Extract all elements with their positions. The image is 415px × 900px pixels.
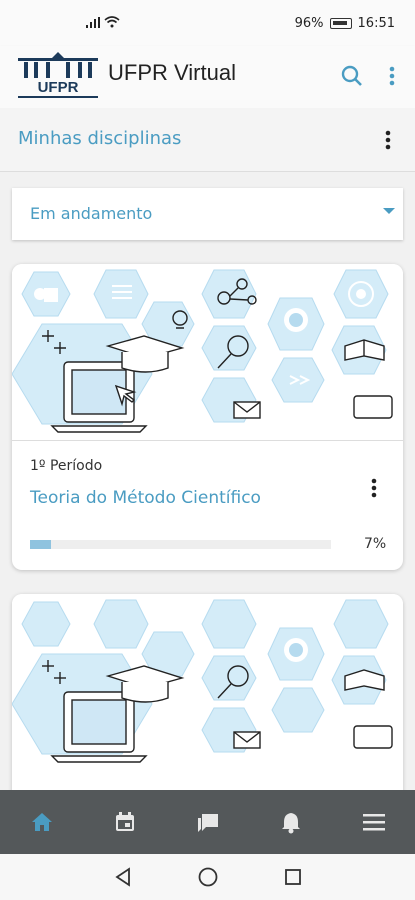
nav-calendar[interactable] xyxy=(100,797,150,847)
nav-notifications[interactable] xyxy=(266,797,316,847)
course-banner-image xyxy=(12,594,403,770)
course-period: 1º Período xyxy=(30,458,103,474)
more-vert-icon xyxy=(389,66,395,86)
bottom-navigation xyxy=(0,790,415,854)
course-progress-label: 7% xyxy=(364,536,387,552)
more-vert-icon xyxy=(371,478,377,498)
svg-text:UFPR: UFPR xyxy=(38,79,79,96)
menu-icon xyxy=(362,814,385,831)
page-title: Minhas disciplinas xyxy=(18,128,182,149)
signal-icon xyxy=(86,16,100,28)
dropdown-arrow-icon xyxy=(383,208,395,214)
course-banner-image xyxy=(12,264,403,440)
back-icon[interactable] xyxy=(113,867,133,887)
nav-menu[interactable] xyxy=(349,797,399,847)
search-icon xyxy=(341,65,362,86)
ufpr-logo: UFPR xyxy=(18,52,98,98)
course-filter-select[interactable]: Em andamento xyxy=(12,188,403,240)
home-circle-icon[interactable] xyxy=(197,866,219,888)
nav-messages[interactable] xyxy=(183,797,233,847)
wifi-icon xyxy=(104,16,120,28)
bell-icon xyxy=(281,813,300,834)
course-progress-bar xyxy=(30,540,331,549)
home-icon xyxy=(31,813,52,831)
system-navigation-bar xyxy=(0,854,415,900)
card-divider xyxy=(12,440,403,441)
course-card[interactable]: 1º Período Teoria do Método Científico 7… xyxy=(12,264,403,570)
status-bar: 96% 16:51 xyxy=(0,0,415,46)
filter-selected-value: Em andamento xyxy=(30,204,153,223)
course-progress-fill xyxy=(30,540,52,549)
section-options-button[interactable] xyxy=(374,124,402,156)
nav-home[interactable] xyxy=(17,797,67,847)
search-button[interactable] xyxy=(336,60,368,92)
calendar-icon xyxy=(115,812,134,831)
forum-icon xyxy=(197,814,218,832)
course-card-partial[interactable] xyxy=(12,594,403,814)
section-header: Minhas disciplinas xyxy=(0,108,415,172)
course-name-link[interactable]: Teoria do Método Científico xyxy=(30,488,261,508)
course-options-button[interactable] xyxy=(360,472,388,504)
app-title: UFPR Virtual xyxy=(108,60,236,85)
battery-icon xyxy=(329,18,352,29)
status-icons-right: 96% 16:51 xyxy=(295,16,395,31)
status-icons-left xyxy=(86,16,120,28)
clock: 16:51 xyxy=(357,16,395,31)
recents-icon[interactable] xyxy=(283,867,303,887)
battery-percent: 96% xyxy=(294,16,324,31)
app-bar: UFPR UFPR Virtual xyxy=(0,46,415,108)
app-menu-button[interactable] xyxy=(378,60,406,92)
more-vert-icon xyxy=(385,130,391,150)
